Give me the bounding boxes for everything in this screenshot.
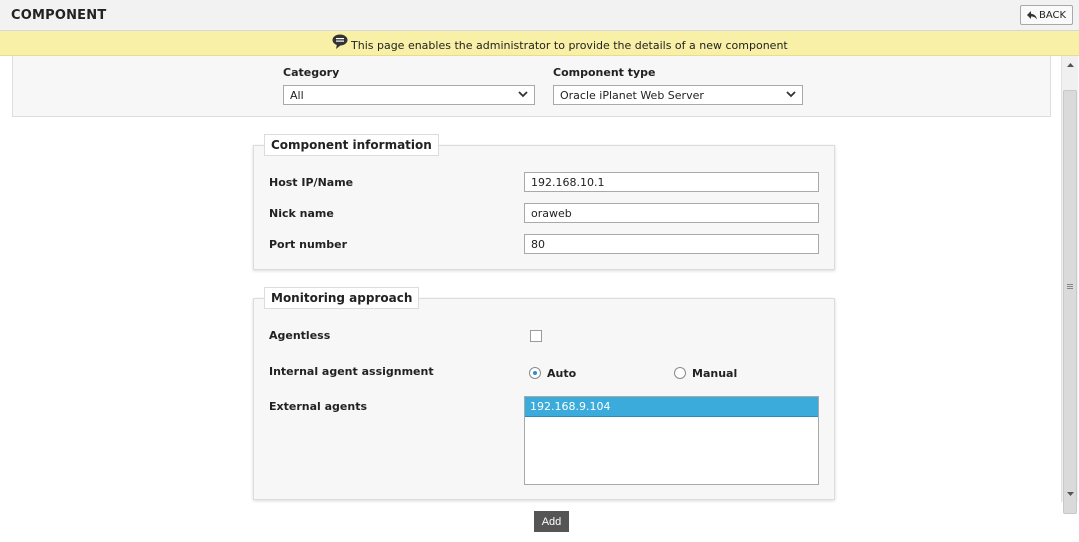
- back-button[interactable]: BACK: [1020, 5, 1073, 25]
- component-type-select[interactable]: Oracle iPlanet Web Server: [553, 85, 803, 105]
- monitoring-approach-legend: Monitoring approach: [264, 287, 420, 309]
- auto-radio-label[interactable]: Auto: [547, 367, 576, 380]
- auto-radio[interactable]: [529, 367, 541, 379]
- agentless-label: Agentless: [269, 329, 331, 342]
- back-arrow-icon: [1026, 10, 1037, 19]
- list-item[interactable]: 192.168.9.104: [525, 397, 818, 417]
- chevron-down-icon: [786, 91, 796, 98]
- port-number-input[interactable]: [524, 234, 819, 254]
- manual-radio[interactable]: [674, 367, 686, 379]
- category-select-value: All: [290, 89, 304, 102]
- info-message: This page enables the administrator to p…: [351, 39, 788, 52]
- page-header: COMPONENT BACK: [0, 0, 1079, 31]
- nick-name-input[interactable]: [524, 203, 819, 223]
- category-select[interactable]: All: [283, 85, 535, 105]
- category-label: Category: [283, 66, 340, 79]
- info-bar: This page enables the administrator to p…: [0, 31, 1079, 56]
- scrollbar-grip-icon: [1067, 284, 1073, 285]
- external-agents-label: External agents: [269, 400, 368, 413]
- external-agents-listbox[interactable]: 192.168.9.104: [524, 396, 819, 485]
- add-button[interactable]: Add: [534, 511, 569, 532]
- scroll-up-arrow-icon[interactable]: [1062, 56, 1079, 73]
- manual-radio-label[interactable]: Manual: [692, 367, 737, 380]
- port-number-label: Port number: [269, 238, 348, 251]
- host-ip-input[interactable]: [524, 172, 819, 192]
- scroll-down-arrow-icon[interactable]: [1062, 485, 1079, 502]
- nick-name-label: Nick name: [269, 207, 334, 220]
- speech-bubble-icon: [332, 34, 348, 49]
- component-type-select-value: Oracle iPlanet Web Server: [560, 89, 704, 102]
- component-information-section: Component information Host IP/Name Nick …: [253, 134, 835, 270]
- host-ip-label: Host IP/Name: [269, 176, 354, 189]
- page-title: COMPONENT: [11, 8, 107, 23]
- component-information-legend: Component information: [264, 134, 439, 156]
- internal-agent-assignment-label: Internal agent assignment: [269, 365, 434, 378]
- vertical-scrollbar[interactable]: [1061, 56, 1079, 514]
- chevron-down-icon: [518, 91, 528, 98]
- component-type-label: Component type: [553, 66, 656, 79]
- back-button-label: BACK: [1038, 9, 1067, 21]
- monitoring-approach-section: Monitoring approach Agentless Internal a…: [253, 287, 835, 500]
- filter-panel: Category All Component type Oracle iPlan…: [12, 56, 1051, 117]
- scrollbar-thumb[interactable]: [1063, 90, 1077, 514]
- agentless-checkbox[interactable]: [530, 330, 542, 342]
